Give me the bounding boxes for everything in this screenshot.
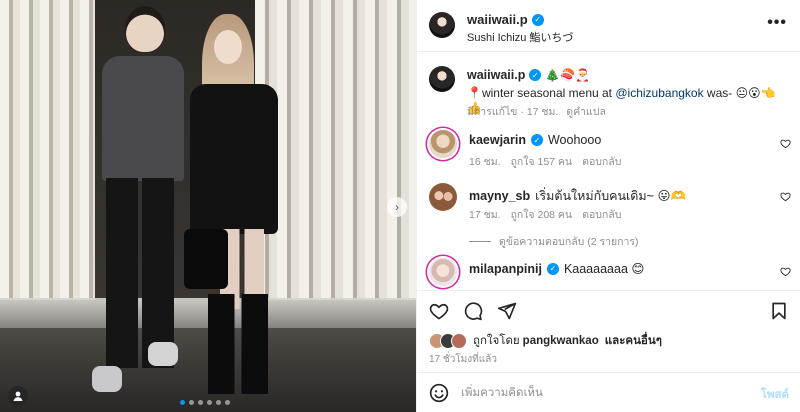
caption-author: waiiwaii.p ✓ 🎄🍣🎅 xyxy=(467,68,590,82)
comment-meta: 17 ชม. ถูกใจ 208 คน ตอบกลับ xyxy=(469,206,621,223)
carousel-dot xyxy=(198,400,203,405)
heart-icon[interactable] xyxy=(780,266,791,277)
post-location[interactable]: Sushi Ichizu 鮨いちづ xyxy=(467,29,573,45)
caption-text-before: 📍winter seasonal menu at xyxy=(467,86,616,100)
action-bar xyxy=(417,290,800,330)
carousel-dot xyxy=(225,400,230,405)
photo-person-woman xyxy=(184,14,284,394)
comment-bubble-icon[interactable] xyxy=(463,301,483,321)
author-username[interactable]: waiiwaii.p xyxy=(467,12,528,27)
view-replies-button[interactable]: ดูข้อความตอบกลับ (2 รายการ) xyxy=(469,233,639,250)
avatar[interactable] xyxy=(429,130,457,158)
verified-badge-icon: ✓ xyxy=(530,134,543,146)
divider xyxy=(469,241,491,242)
caption-edited-time: มีการแก้ไข · 17 ชม. xyxy=(467,106,559,118)
liker-avatar xyxy=(451,333,467,349)
post-dialog: › waiiwaii.p ✓ Sushi Ichizu 鮨いちづ ••• wai… xyxy=(0,0,800,412)
more-options-icon[interactable]: ••• xyxy=(767,14,787,32)
caption-username-emojis: 🎄🍣🎅 xyxy=(545,68,591,82)
caption-meta: มีการแก้ไข · 17 ชม. ดูคำแปล xyxy=(467,103,606,120)
heart-icon[interactable] xyxy=(780,191,791,202)
emoji-icon[interactable] xyxy=(429,383,449,403)
carousel-dot xyxy=(216,400,221,405)
avatar[interactable] xyxy=(429,66,455,92)
carousel-dot xyxy=(207,400,212,405)
verified-badge-icon: ✓ xyxy=(546,262,559,275)
heart-icon[interactable] xyxy=(780,138,791,149)
liked-by-others-link[interactable]: และคนอื่นๆ xyxy=(605,332,662,350)
like-heart-icon[interactable] xyxy=(429,301,449,321)
liked-by-prefix: ถูกใจโดย xyxy=(473,335,520,347)
comment-composer: โพสต์ xyxy=(417,372,800,412)
comment-line: milapanpinij ✓ Kaaaaaaaa 😊 xyxy=(469,261,645,277)
comment-line: kaewjarin ✓ Woohooo xyxy=(469,133,601,147)
caption-username[interactable]: waiiwaii.p xyxy=(467,68,525,82)
comment-item: mayny_sb เริ่มต้นใหม่กับคนเดิม~ 😛🫶 17 ชม… xyxy=(417,177,800,221)
comment-username[interactable]: mayny_sb xyxy=(469,189,530,203)
post-side-panel: waiiwaii.p ✓ Sushi Ichizu 鮨いちづ ••• waiiw… xyxy=(416,0,800,412)
post-timestamp[interactable]: 17 ชั่วโมงที่แล้ว xyxy=(429,352,497,367)
view-replies-label: ดูข้อความตอบกลับ (2 รายการ) xyxy=(499,236,639,248)
verified-badge-icon: ✓ xyxy=(531,13,544,26)
comment-username[interactable]: kaewjarin xyxy=(469,133,526,147)
liked-by: ถูกใจโดย pangkwankao และคนอื่นๆ xyxy=(429,331,665,351)
comment-age: 16 ชม. xyxy=(469,156,501,168)
tagged-people-button[interactable] xyxy=(8,386,28,406)
caption-mention-link[interactable]: @ichizubangkok xyxy=(615,86,703,100)
comment-likes[interactable]: ถูกใจ 208 คน xyxy=(511,206,573,223)
carousel-dot xyxy=(180,400,185,405)
photo-wall-left xyxy=(0,0,95,300)
post-author[interactable]: waiiwaii.p ✓ xyxy=(467,12,544,27)
share-send-icon[interactable] xyxy=(497,301,517,321)
carousel-dots xyxy=(180,400,230,405)
comment-text: เริ่มต้นใหม่กับคนเดิม~ 😛🫶 xyxy=(535,189,687,203)
comment-age: 17 ชม. xyxy=(469,209,501,221)
comment-likes[interactable]: ถูกใจ 157 คน xyxy=(511,153,573,170)
comment-item: milapanpinij ✓ Kaaaaaaaa 😊 xyxy=(417,252,800,290)
post-comment-button[interactable]: โพสต์ xyxy=(761,386,789,404)
post-header: waiiwaii.p ✓ Sushi Ichizu 鮨いちづ ••• xyxy=(417,0,800,52)
translate-link[interactable]: ดูคำแปล xyxy=(566,103,606,120)
comment-username[interactable]: milapanpinij xyxy=(469,262,542,276)
avatar[interactable] xyxy=(429,183,457,211)
avatar[interactable] xyxy=(429,258,457,286)
comment-item: kaewjarin ✓ Woohooo 16 ชม. ถูกใจ 157 คน … xyxy=(417,124,800,168)
liked-by-user-link[interactable]: pangkwankao xyxy=(523,335,599,347)
verified-badge-icon: ✓ xyxy=(529,69,542,81)
comment-input[interactable] xyxy=(461,383,741,403)
photo-person-man xyxy=(92,6,192,396)
post-photo[interactable]: › xyxy=(0,0,416,412)
chevron-right-icon: › xyxy=(395,200,399,214)
comment-line: mayny_sb เริ่มต้นใหม่กับคนเดิม~ 😛🫶 xyxy=(469,186,686,206)
carousel-next-button[interactable]: › xyxy=(387,197,407,217)
avatar[interactable] xyxy=(429,12,455,38)
comment-meta: 16 ชม. ถูกใจ 157 คน ตอบกลับ xyxy=(469,153,621,170)
reply-button[interactable]: ตอบกลับ xyxy=(582,206,621,223)
comment-text: Kaaaaaaaa 😊 xyxy=(563,262,645,276)
person-icon xyxy=(13,391,23,401)
carousel-dot xyxy=(189,400,194,405)
reply-button[interactable]: ตอบกลับ xyxy=(582,153,621,170)
bookmark-icon[interactable] xyxy=(769,301,789,321)
comment-text: Woohooo xyxy=(547,133,602,147)
